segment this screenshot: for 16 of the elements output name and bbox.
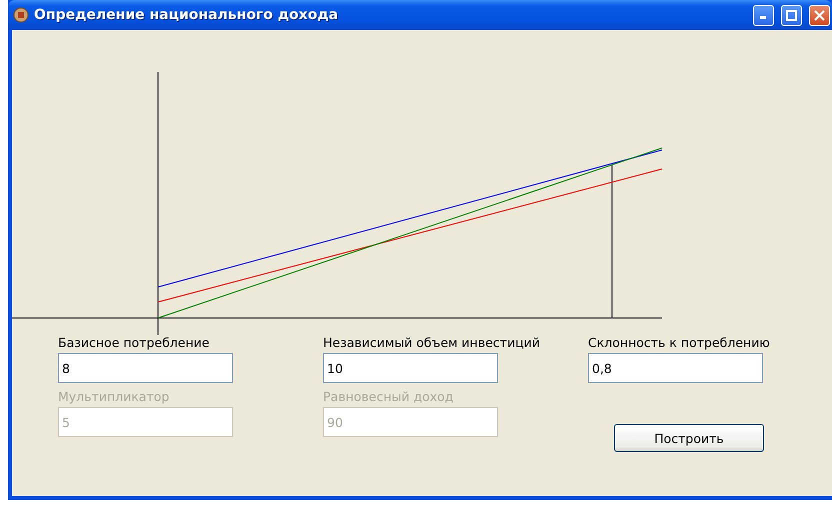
build-button[interactable]: Построить [614,424,764,452]
close-button[interactable] [809,4,830,26]
minimize-button[interactable] [753,4,774,26]
close-icon [814,10,825,20]
field-label: Мультипликатор [58,389,170,404]
maximize-icon [786,10,797,20]
input-field[interactable]: 8 [58,353,233,383]
app-icon [13,7,29,23]
input-field[interactable]: 10 [323,353,498,383]
field-label: Равновесный доход [323,389,454,404]
field-label: Базисное потребление [58,335,210,350]
window-title: Определение национального дохода [34,7,340,23]
input-field[interactable]: 0,8 [588,353,763,383]
field-label: Независимый объем инвестиций [323,335,541,350]
maximize-button[interactable] [781,4,802,26]
field-label: Склонность к потреблению [588,335,771,350]
